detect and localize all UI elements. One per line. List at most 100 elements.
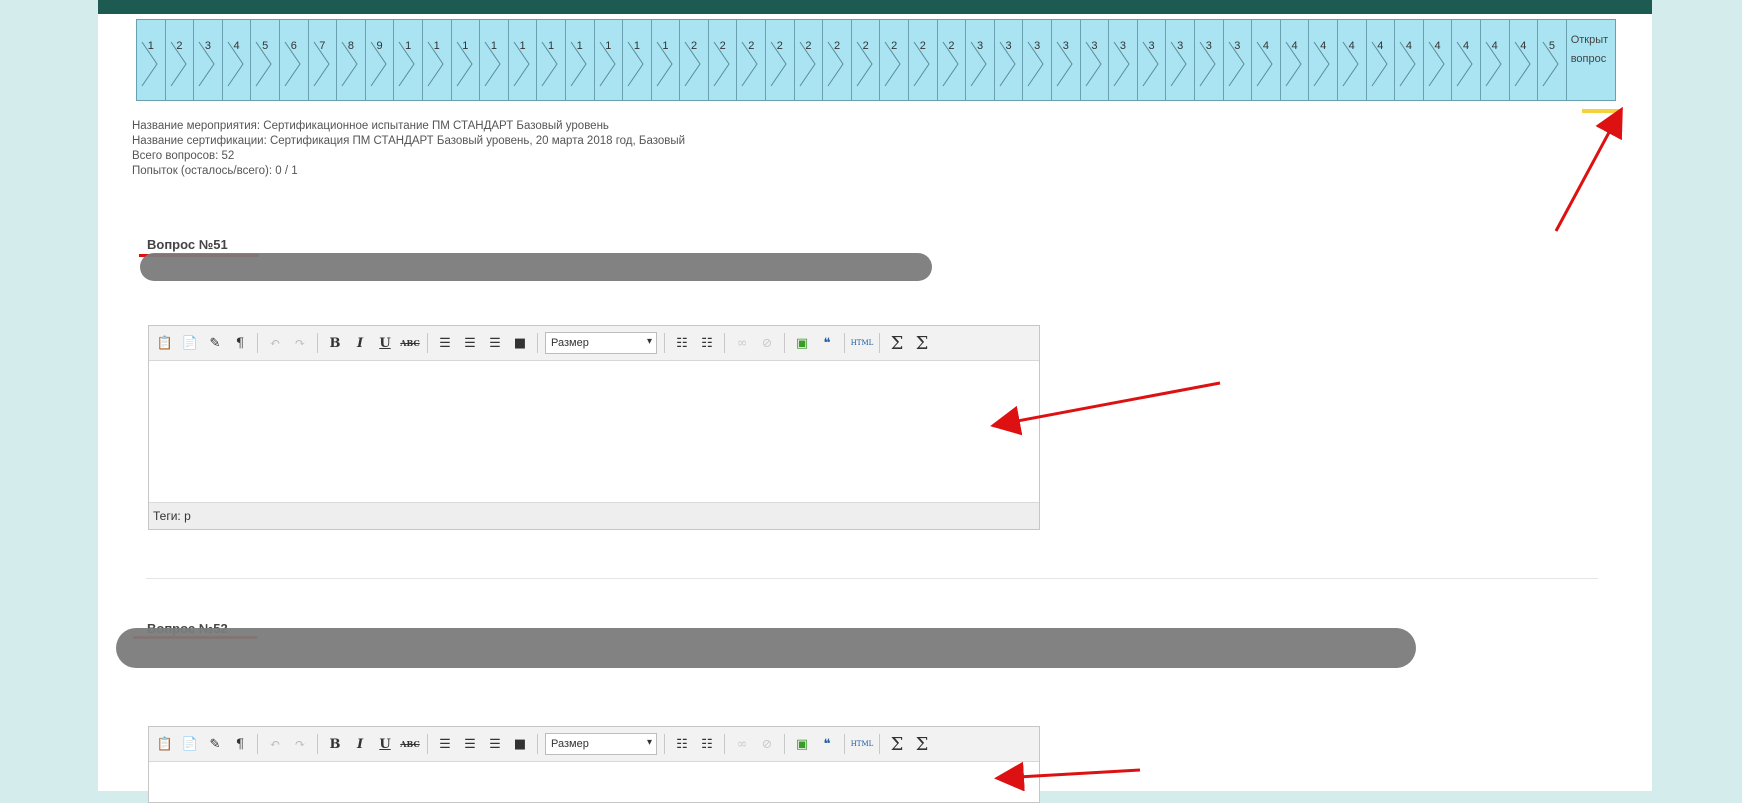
undo-icon[interactable]: ↶ [265,333,285,353]
align-left-icon[interactable]: ☰ [435,734,455,754]
font-size-select[interactable]: Размер ▾ [545,332,657,354]
question-tile[interactable]: 2 [765,19,794,101]
answer-text-area[interactable] [149,762,1039,802]
question-tile[interactable]: 1 [450,19,480,101]
bold-button[interactable]: B [325,734,345,754]
paste-word-icon[interactable]: 📄 [180,734,200,754]
question-tile[interactable]: 1 [536,19,565,101]
italic-button[interactable]: I [350,333,370,353]
underline-button[interactable]: U [375,734,395,754]
question-tile[interactable]: 1 [479,19,508,101]
question-tile[interactable]: 3 [993,19,1023,101]
question-tile[interactable]: 2 [822,19,851,101]
formula-plus-button[interactable]: Σ [887,734,907,755]
link-icon[interactable]: ∞ [732,333,752,353]
justify-icon[interactable]: ■ [510,734,530,754]
paragraph-button[interactable]: ¶ [230,333,250,353]
strikethrough-button[interactable]: ABC [400,734,420,754]
formula-plus-button[interactable]: Σ [887,333,907,354]
bullet-list-icon[interactable]: ☷ [672,333,692,353]
align-right-icon[interactable]: ☰ [485,734,505,754]
question-tile[interactable]: 4 [1422,19,1452,101]
align-left-icon[interactable]: ☰ [435,333,455,353]
paragraph-button[interactable]: ¶ [230,734,250,754]
question-tile[interactable]: 2 [164,19,194,101]
question-tile[interactable]: 5 [1537,19,1566,101]
question-tile[interactable]: 3 [965,19,994,101]
question-tile[interactable]: 8 [336,19,365,101]
answer-text-area[interactable] [149,361,1039,502]
bold-button[interactable]: B [325,333,345,353]
paste-word-icon[interactable]: 📄 [180,333,200,353]
question-tile[interactable]: 1 [393,19,422,101]
redo-icon[interactable]: ↷ [290,333,310,353]
unlink-icon[interactable]: ⊘ [757,333,777,353]
question-tile[interactable]: 3 [1079,19,1109,101]
html-button[interactable]: HTML [851,734,874,754]
numbered-list-icon[interactable]: ☷ [697,734,717,754]
paste-icon[interactable]: 📋 [155,333,175,353]
question-tile[interactable]: 4 [1508,19,1538,101]
question-tile[interactable]: 1 [622,19,651,101]
question-tile[interactable]: 3 [1051,19,1080,101]
link-icon[interactable]: ∞ [732,734,752,754]
question-tile[interactable]: 2 [793,19,823,101]
question-tile[interactable]: 1 [136,19,165,101]
question-tile[interactable]: 3 [1136,19,1166,101]
paste-icon[interactable]: 📋 [155,734,175,754]
question-tile[interactable]: 1 [650,19,680,101]
question-tile[interactable]: 2 [850,19,880,101]
question-tile[interactable]: 2 [879,19,909,101]
italic-button[interactable]: I [350,734,370,754]
question-tile[interactable]: 2 [936,19,966,101]
question-tile[interactable]: 3 [1165,19,1194,101]
question-tile[interactable]: 3 [1193,19,1223,101]
question-tile[interactable]: 2 [908,19,937,101]
justify-icon[interactable]: ■ [510,333,530,353]
question-tile[interactable]: 9 [364,19,394,101]
strikethrough-button[interactable]: ABC [400,333,420,353]
question-tile[interactable]: 4 [221,19,251,101]
question-tile[interactable]: 1 [421,19,451,101]
quote-button[interactable]: ❝ [817,734,837,754]
undo-icon[interactable]: ↶ [265,734,285,754]
question-tile[interactable]: 7 [307,19,337,101]
formula-button[interactable]: Σ [912,333,932,354]
question-tile[interactable]: 3 [1222,19,1252,101]
quote-button[interactable]: ❝ [817,333,837,353]
open-questions-link[interactable]: Открыт вопрос [1565,19,1616,101]
question-tile[interactable]: 4 [1279,19,1309,101]
question-tile[interactable]: 4 [1479,19,1509,101]
question-tile[interactable]: 3 [193,19,222,101]
question-tile[interactable]: 1 [564,19,594,101]
numbered-list-icon[interactable]: ☷ [697,333,717,353]
question-tile[interactable]: 1 [593,19,623,101]
question-tile[interactable]: 2 [679,19,708,101]
align-right-icon[interactable]: ☰ [485,333,505,353]
question-tile[interactable]: 4 [1394,19,1423,101]
question-tile[interactable]: 4 [1451,19,1480,101]
question-tile[interactable]: 1 [507,19,537,101]
eraser-icon[interactable]: ✎ [205,734,225,754]
question-tile[interactable]: 4 [1308,19,1337,101]
question-tile[interactable]: 4 [1251,19,1280,101]
question-tile[interactable]: 2 [736,19,766,101]
question-tile[interactable]: 6 [278,19,308,101]
font-size-select[interactable]: Размер ▾ [545,733,657,755]
question-tile[interactable]: 4 [1336,19,1366,101]
unlink-icon[interactable]: ⊘ [757,734,777,754]
question-tile[interactable]: 3 [1108,19,1137,101]
bullet-list-icon[interactable]: ☷ [672,734,692,754]
underline-button[interactable]: U [375,333,395,353]
question-tile[interactable]: 5 [250,19,279,101]
html-button[interactable]: HTML [851,333,874,353]
question-tile[interactable]: 4 [1365,19,1395,101]
redo-icon[interactable]: ↷ [290,734,310,754]
image-icon[interactable]: ▣ [792,734,812,754]
question-tile[interactable]: 3 [1022,19,1051,101]
question-tile[interactable]: 2 [707,19,737,101]
eraser-icon[interactable]: ✎ [205,333,225,353]
image-icon[interactable]: ▣ [792,333,812,353]
formula-button[interactable]: Σ [912,734,932,755]
align-center-icon[interactable]: ☰ [460,734,480,754]
